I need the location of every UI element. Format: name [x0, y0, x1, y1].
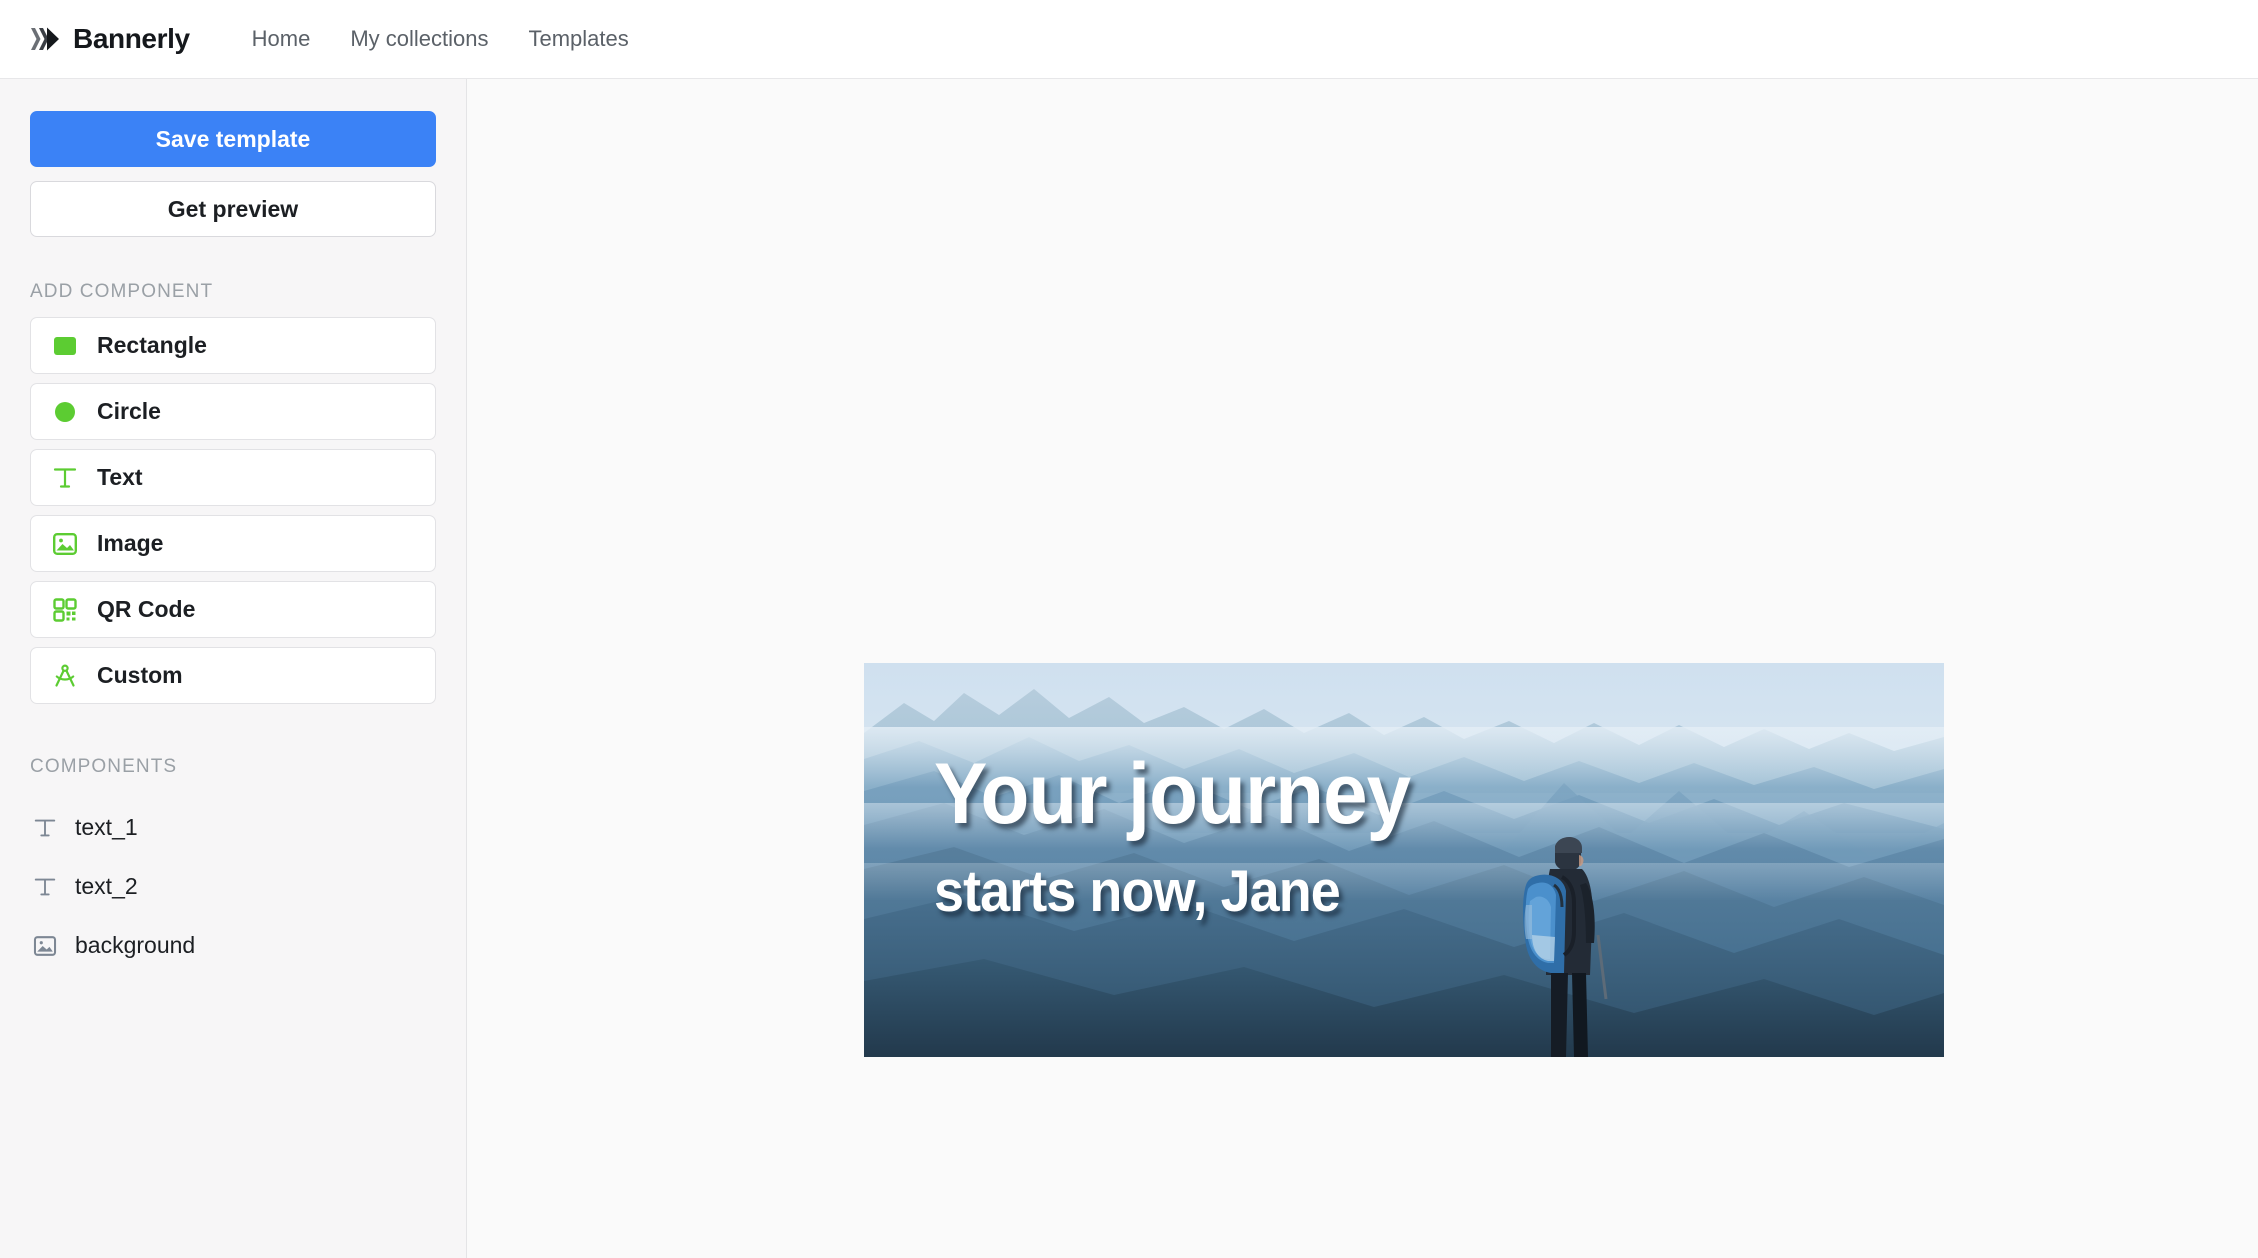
- brand-name: Bannerly: [73, 23, 190, 54]
- layer-label: text_1: [75, 814, 138, 840]
- add-image-button[interactable]: Image: [30, 515, 436, 572]
- add-text-label: Text: [97, 464, 143, 490]
- nav-home[interactable]: Home: [252, 26, 311, 52]
- compass-icon: [55, 663, 75, 687]
- nav-my-collections[interactable]: My collections: [350, 26, 488, 52]
- add-custom-label: Custom: [97, 662, 183, 688]
- layer-label: text_2: [75, 873, 138, 899]
- banner-preview[interactable]: Your journey starts now, Jane: [864, 663, 1944, 1057]
- add-rectangle-button[interactable]: Rectangle: [30, 317, 436, 374]
- banner-subheadline[interactable]: starts now, Jane: [934, 863, 1529, 921]
- qr-code-icon: [53, 597, 77, 622]
- layer-item-background[interactable]: background: [30, 916, 436, 975]
- main-nav: Home My collections Templates: [252, 26, 629, 52]
- banner-headline[interactable]: Your journey: [934, 751, 1529, 837]
- save-template-button[interactable]: Save template: [30, 111, 436, 167]
- editor-canvas[interactable]: Your journey starts now, Jane: [467, 79, 2258, 1258]
- text-t-icon: [34, 819, 56, 836]
- components-heading: COMPONENTS: [30, 756, 178, 777]
- brand[interactable]: Bannerly: [30, 23, 190, 55]
- add-qr-code-label: QR Code: [97, 596, 196, 622]
- app-header: Bannerly Home My collections Templates: [0, 0, 2258, 79]
- banner-text-block: Your journey starts now, Jane: [934, 751, 1574, 921]
- workspace: Save template Get preview ADD COMPONENT …: [0, 79, 2258, 1258]
- image-icon: [33, 935, 57, 956]
- add-rectangle-label: Rectangle: [97, 332, 207, 358]
- get-preview-button[interactable]: Get preview: [30, 181, 436, 237]
- add-image-label: Image: [97, 530, 164, 556]
- add-circle-button[interactable]: Circle: [30, 383, 436, 440]
- circle-icon: [55, 401, 75, 422]
- add-circle-label: Circle: [97, 398, 161, 424]
- layer-item-text_1[interactable]: text_1: [30, 798, 436, 857]
- chevrons-logo-icon: [31, 27, 59, 51]
- rectangle-icon: [54, 336, 76, 355]
- editor-sidebar: Save template Get preview ADD COMPONENT …: [0, 79, 467, 1258]
- add-qr-code-button[interactable]: QR Code: [30, 581, 436, 638]
- layer-label: background: [75, 932, 196, 958]
- nav-templates[interactable]: Templates: [528, 26, 628, 52]
- add-custom-button[interactable]: Custom: [30, 647, 436, 704]
- text-t-icon: [34, 878, 56, 895]
- components-header: COMPONENTS: [30, 754, 436, 780]
- text-t-icon: [53, 467, 77, 488]
- add-text-button[interactable]: Text: [30, 449, 436, 506]
- image-icon: [53, 532, 78, 555]
- add-component-heading: ADD COMPONENT: [30, 281, 214, 302]
- layer-item-text_2[interactable]: text_2: [30, 857, 436, 916]
